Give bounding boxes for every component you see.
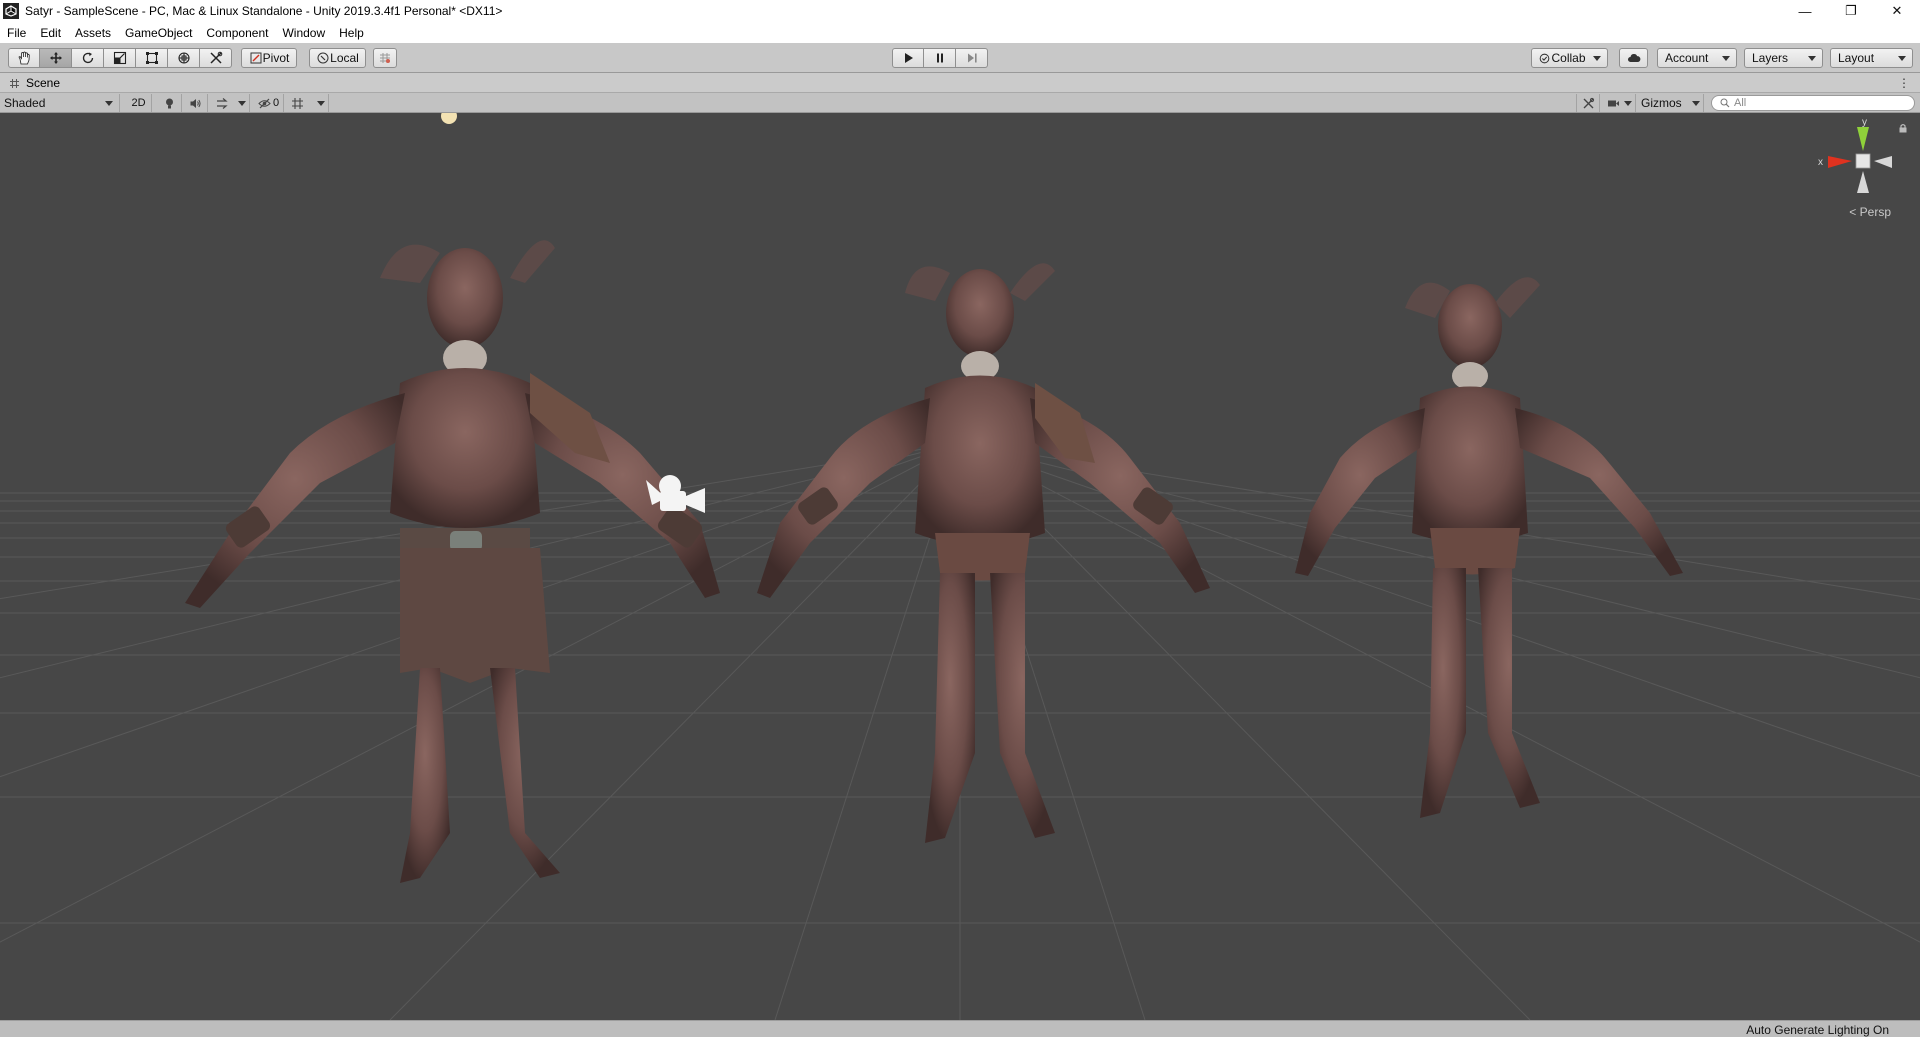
draw-mode-dropdown[interactable]: Shaded [0,94,120,112]
grid-icon [292,97,303,109]
menu-window[interactable]: Window [275,26,332,40]
cloud-button[interactable] [1619,48,1648,68]
menu-help[interactable]: Help [332,26,371,40]
axis-y-cone[interactable] [1857,127,1869,151]
draw-mode-label: Shaded [4,96,46,110]
playback-controls [892,48,988,68]
hierarchy-search[interactable]: All [1711,95,1915,111]
scene-view-toolbar: Shaded 2D 0 Gizmos All [0,93,1920,113]
transform-tool-icon[interactable] [168,48,200,68]
search-icon [1720,98,1730,108]
gizmos-dropdown[interactable]: Gizmos [1638,94,1704,112]
main-toolbar: Pivot Local Collab Account Layers Layout [0,43,1920,73]
unity-logo-icon [3,3,19,19]
local-label: Local [330,51,359,65]
pivot-toggle[interactable]: Pivot [241,48,297,68]
rotate-tool-icon[interactable] [72,48,104,68]
light-bulb-icon [166,98,173,108]
local-icon [317,52,329,64]
camera-icon [1608,100,1619,106]
axis-y-label: y [1862,117,1867,128]
hand-tool-icon[interactable] [8,48,40,68]
chevron-down-icon [1624,100,1632,106]
pivot-icon [250,52,262,64]
grid-dropdown[interactable] [287,94,329,112]
transform-tools [8,48,232,68]
layers-label: Layers [1752,51,1789,65]
scene-tab-label: Scene [26,76,61,90]
chevron-down-icon [1808,55,1816,61]
status-bar: Auto Generate Lighting On [0,1020,1920,1037]
chevron-down-icon [238,100,246,106]
pivot-label: Pivot [262,51,290,65]
effects-dropdown[interactable] [210,94,250,112]
chevron-down-icon [1898,55,1906,61]
window-title: Satyr - SampleScene - PC, Mac & Linux St… [25,4,503,18]
projection-label[interactable]: < Persp [1849,205,1891,219]
layout-dropdown[interactable]: Layout [1830,48,1913,68]
play-icon[interactable] [892,48,924,68]
account-label: Account [1665,51,1709,65]
scene-grid-icon [10,78,19,88]
lighting-toggle[interactable] [158,94,182,112]
layers-dropdown[interactable]: Layers [1744,48,1823,68]
menu-bar: File Edit Assets GameObject Component Wi… [0,22,1920,43]
scale-tool-icon[interactable] [104,48,136,68]
window-controls: — ❐ ✕ [1782,0,1920,22]
grid-snap-icon [380,53,390,63]
projection-text: Persp [1859,205,1891,219]
hidden-count: 0 [272,97,280,109]
scene-grid [0,113,1920,1020]
camera-dropdown[interactable] [1602,94,1636,112]
search-placeholder: All [1734,97,1747,109]
gizmos-label: Gizmos [1641,96,1682,110]
lighting-status[interactable]: Auto Generate Lighting On [1746,1023,1889,1037]
close-icon[interactable]: ✕ [1874,0,1920,22]
scene-tab-bar: Scene ⋮ [0,73,1920,93]
title-bar: Satyr - SampleScene - PC, Mac & Linux St… [0,0,1920,22]
toggle-2d-label: 2D [131,97,146,109]
lock-icon[interactable] [1898,123,1908,133]
effects-icon [217,97,228,109]
layout-label: Layout [1838,51,1875,65]
menu-component[interactable]: Component [199,26,275,40]
chevron-down-icon [105,100,113,106]
grid-snap-button[interactable] [373,48,397,68]
audio-toggle[interactable] [184,94,208,112]
collab-check-icon [1539,53,1550,63]
eye-slash-icon [258,98,271,108]
tab-scene[interactable]: Scene [0,73,80,93]
menu-assets[interactable]: Assets [68,26,118,40]
scene-viewport[interactable]: y x < Persp [0,113,1920,1020]
cloud-icon [1627,54,1640,62]
menu-file[interactable]: File [0,26,33,40]
tools-button[interactable] [1576,94,1600,112]
hidden-objects-toggle[interactable]: 0 [254,94,284,112]
collab-dropdown[interactable]: Collab [1531,48,1608,68]
step-icon[interactable] [956,48,988,68]
collab-label: Collab [1551,51,1586,65]
rect-tool-icon[interactable] [136,48,168,68]
speaker-icon [190,98,201,108]
tab-menu-icon[interactable]: ⋮ [1898,76,1910,90]
local-toggle[interactable]: Local [309,48,366,68]
pause-icon[interactable] [924,48,956,68]
chevron-down-icon [1692,100,1700,106]
menu-gameobject[interactable]: GameObject [118,26,199,40]
chevron-down-icon [1593,55,1601,61]
tools-icon [1583,97,1594,108]
axis-x-cone[interactable] [1828,156,1852,168]
minimize-icon[interactable]: — [1782,0,1828,22]
menu-edit[interactable]: Edit [33,26,68,40]
toggle-2d-button[interactable]: 2D [126,94,152,112]
chevron-down-icon [1722,55,1730,61]
custom-tool-icon[interactable] [200,48,232,68]
restore-icon[interactable]: ❐ [1828,0,1874,22]
move-tool-icon[interactable] [40,48,72,68]
axis-x-label: x [1818,157,1823,168]
account-dropdown[interactable]: Account [1657,48,1737,68]
chevron-down-icon [317,100,325,106]
